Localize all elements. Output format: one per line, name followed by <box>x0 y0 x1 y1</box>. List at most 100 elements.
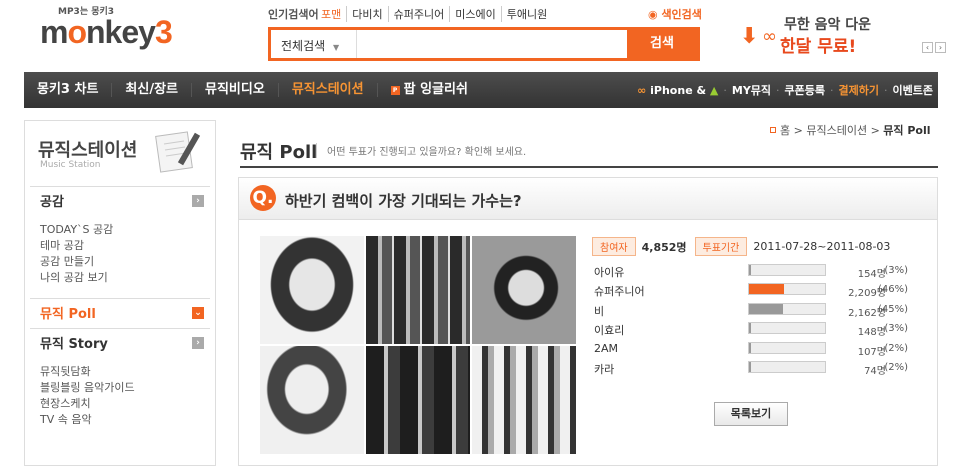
poll-question: 하반기 컴백이 가장 기대되는 가수는? <box>285 192 522 210</box>
poll-option-bar-fill <box>749 342 752 353</box>
poll-option-percent: (2%) <box>884 342 908 354</box>
popular-keyword[interactable]: 슈퍼주니어 <box>387 6 450 22</box>
infinity-icon: ∞ <box>762 26 777 47</box>
nav-item-event-zone[interactable]: 이벤트존 <box>888 82 938 98</box>
poll-option-bar <box>748 361 826 373</box>
poll-option-bar <box>748 264 826 276</box>
poll-info: 참여자 4,852명 투표기간 2011-07-28~2011-08-03 <box>592 237 890 256</box>
breadcrumb-home[interactable]: 홈 <box>780 124 790 137</box>
chevron-down-icon: ⌄ <box>192 307 204 319</box>
poll-option-bar-fill <box>749 362 752 372</box>
poll-option-percent: (3%) <box>884 265 908 276</box>
poll-option-bar-fill <box>749 284 784 295</box>
chevron-right-icon: › <box>192 195 204 207</box>
sidebar-item[interactable]: TODAY`S 공감 <box>40 222 113 238</box>
participants-badge: 참여자 <box>592 237 636 256</box>
nav-item-latest-genre[interactable]: 최신/장르 <box>112 83 193 97</box>
popular-keywords: 포맨 다비치 슈퍼주니어 미스에이 투애니원 <box>316 6 552 22</box>
promo-nav: ‹ › <box>922 42 946 53</box>
home-icon <box>770 127 776 133</box>
poll-option-row: 이효리 148명 (3%) <box>594 320 914 338</box>
chevron-right-icon: › <box>192 337 204 349</box>
nav-item-chart[interactable]: 몽키3 차트 <box>24 83 113 97</box>
utility-nav: ∞ iPhone & ▲ · MY뮤직 · 쿠폰등록 · 결제하기 · 이벤트존 <box>632 72 938 108</box>
page-description: 어떤 투표가 진행되고 있을까요? 확인해 보세요. <box>316 143 526 158</box>
search-scope-select[interactable]: 전체검색 ▼ <box>271 30 357 58</box>
notepad-pencil-icon <box>155 131 201 173</box>
pop-english-icon: P <box>390 86 400 95</box>
color-search-link[interactable]: ◉ 색인검색 <box>648 6 702 22</box>
sidebar-item[interactable]: 뮤직뒷담화 <box>40 364 135 380</box>
poll-option-percent: (2%) <box>884 362 908 373</box>
download-arrow-icon: ⬇ <box>740 24 759 49</box>
sidebar-section-music-story[interactable]: 뮤직 Story › <box>30 328 210 356</box>
chevron-down-icon: ▼ <box>333 43 340 52</box>
android-icon: ▲ <box>709 83 719 97</box>
list-button[interactable]: 목록보기 <box>714 402 788 426</box>
poll-option-row: 2AM 107명 (2%) <box>594 340 914 358</box>
artist-photo-lee-hyori <box>260 346 364 454</box>
artist-photo-grid <box>260 236 576 454</box>
popular-keyword[interactable]: 미스에이 <box>449 6 500 22</box>
search-bar: 전체검색 ▼ 검색 <box>268 27 700 61</box>
sidebar-item[interactable]: 테마 공감 <box>40 238 113 254</box>
nav-item-my-music[interactable]: MY뮤직 <box>727 82 776 98</box>
sidebar-item[interactable]: 공감 만들기 <box>40 254 113 270</box>
breadcrumb-section[interactable]: 뮤직스테이션 <box>806 124 867 137</box>
chevron-right-icon[interactable]: › <box>935 42 946 53</box>
artist-photo-super-junior <box>366 236 470 344</box>
popular-keyword[interactable]: 포맨 <box>316 6 346 22</box>
poll-option-name: 비 <box>594 304 605 318</box>
poll-option-row: 비 2,162명 (45%) <box>594 301 914 319</box>
artist-photo-kara <box>472 346 576 454</box>
sidebar-list-music-story: 뮤직뒷담화 블링블링 음악가이드 현장스케치 TV 속 음악 <box>40 364 135 428</box>
title-divider <box>240 166 938 168</box>
poll-option-name: 2AM <box>594 341 619 355</box>
poll-period: 2011-07-28~2011-08-03 <box>753 240 891 253</box>
breadcrumb-current: 뮤직 Poll <box>883 124 931 137</box>
nav-item-iphone[interactable]: ∞ iPhone & ▲ <box>632 84 723 97</box>
nav-item-pop-english[interactable]: P팝 잉글리쉬 <box>378 83 481 97</box>
sidebar-section-empathy[interactable]: 공감 › <box>30 186 210 214</box>
sidebar-section-music-poll[interactable]: 뮤직 Poll ⌄ <box>30 298 210 326</box>
participants-count: 4,852명 <box>641 240 687 254</box>
promo-line1: 무한 음악 다운 <box>784 17 872 33</box>
poll-option-row: 아이유 154명 (3%) <box>594 262 914 280</box>
nav-item-coupon[interactable]: 쿠폰등록 <box>780 82 830 98</box>
artist-photo-rain <box>472 236 576 344</box>
search-button[interactable]: 검색 <box>627 30 697 58</box>
period-badge: 투표기간 <box>694 237 748 256</box>
sidebar-item[interactable]: TV 속 음악 <box>40 412 135 428</box>
nav-item-music-video[interactable]: 뮤직비디오 <box>192 83 279 97</box>
question-icon: Q. <box>250 185 276 211</box>
page-title: 뮤직 Poll <box>240 142 318 163</box>
sidebar-subtitle: Music Station <box>40 160 101 170</box>
artist-photo-2am <box>366 346 470 454</box>
popular-search-label: 인기검색어 <box>268 8 319 21</box>
breadcrumb: 홈 > 뮤직스테이션 > 뮤직 Poll <box>770 122 931 138</box>
promo-banner[interactable]: ⬇ ∞ 무한 음악 다운 한달 무료! <box>738 10 918 58</box>
poll-option-percent: (46%) <box>877 284 908 296</box>
popular-keyword[interactable]: 다비치 <box>346 6 387 22</box>
poll-option-name: 카라 <box>594 363 615 376</box>
popular-keyword[interactable]: 투애니원 <box>500 6 552 22</box>
infinity-icon: ∞ <box>637 83 651 97</box>
sidebar-item[interactable]: 현장스케치 <box>40 396 135 412</box>
nav-item-music-station[interactable]: 뮤직스테이션 <box>279 83 378 97</box>
sidebar-item[interactable]: 블링블링 음악가이드 <box>40 380 135 396</box>
search-icon: ◉ <box>648 8 662 21</box>
chevron-left-icon[interactable]: ‹ <box>922 42 933 53</box>
poll-option-name: 슈퍼주니어 <box>594 285 645 299</box>
nav-item-payment[interactable]: 결제하기 <box>834 82 884 98</box>
poll-option-bar-fill <box>749 265 752 275</box>
poll-option-row: 카라 74명 (2%) <box>594 359 914 377</box>
main-nav: 몽키3 차트 최신/장르 뮤직비디오 뮤직스테이션 P팝 잉글리쉬 <box>24 72 481 108</box>
poll-option-percent: (45%) <box>877 303 908 315</box>
poll-option-bar-fill <box>749 303 784 314</box>
poll-option-name: 이효리 <box>594 324 625 338</box>
site-logo[interactable]: monkey3 <box>40 14 173 51</box>
sidebar-item[interactable]: 나의 공감 보기 <box>40 270 113 286</box>
poll-option-bar <box>748 283 826 296</box>
search-input[interactable] <box>357 30 627 58</box>
artist-photo-iu <box>260 236 364 344</box>
